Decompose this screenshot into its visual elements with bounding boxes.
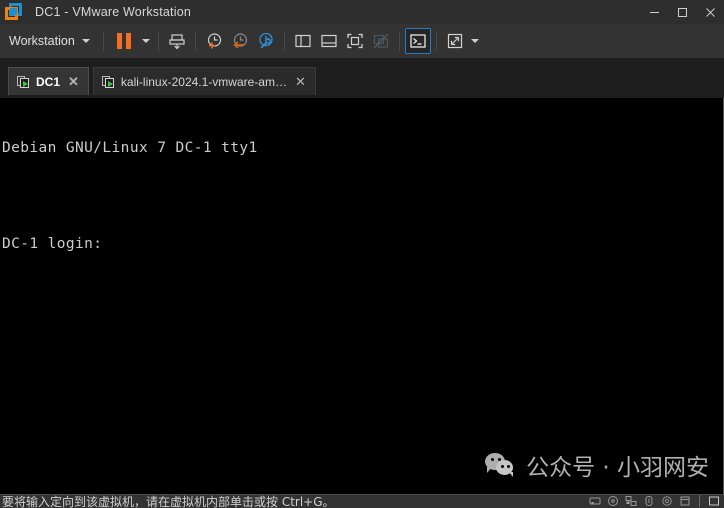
vm-running-icon bbox=[17, 75, 30, 88]
toolbar-separator bbox=[102, 31, 104, 51]
display-icon[interactable] bbox=[708, 495, 720, 507]
vm-tab-bar: DC1 ✕ kali-linux-2024.1-vmware-am… ✕ bbox=[0, 58, 724, 98]
wechat-icon bbox=[485, 453, 516, 477]
terminal-output: Debian GNU/Linux 7 DC-1 tty1 DC-1 login: bbox=[2, 108, 723, 284]
toolbar-separator bbox=[157, 31, 159, 51]
chevron-down-icon bbox=[81, 39, 90, 43]
stretch-view-button[interactable] bbox=[442, 28, 468, 54]
window-controls bbox=[640, 0, 724, 24]
thumbnail-bar-icon bbox=[321, 34, 337, 48]
status-bar: 要将输入定向到该虚拟机，请在虚拟机内部单击或按 Ctrl+G。 bbox=[0, 494, 724, 508]
snapshot-add-icon bbox=[207, 33, 221, 49]
power-dropdown-button[interactable] bbox=[139, 28, 153, 54]
revert-snapshot-button[interactable] bbox=[227, 28, 253, 54]
send-ctrl-alt-del-button[interactable] bbox=[164, 28, 190, 54]
send-keys-icon bbox=[169, 34, 185, 50]
status-divider bbox=[699, 495, 700, 507]
status-message: 要将输入定向到该虚拟机，请在虚拟机内部单击或按 Ctrl+G。 bbox=[2, 495, 335, 508]
pause-icon bbox=[116, 33, 131, 49]
unity-mode-icon bbox=[373, 33, 389, 49]
terminal-login-prompt: DC-1 login: bbox=[2, 236, 103, 252]
main-toolbar: Workstation bbox=[0, 24, 724, 59]
tab-dc1[interactable]: DC1 ✕ bbox=[8, 67, 89, 95]
take-snapshot-button[interactable] bbox=[201, 28, 227, 54]
snapshot-revert-icon bbox=[232, 33, 247, 49]
snapshot-manager-icon bbox=[259, 32, 273, 49]
tab-label: DC1 bbox=[36, 74, 61, 89]
library-pane-icon bbox=[295, 34, 311, 48]
vmware-logo-icon bbox=[5, 3, 23, 21]
show-library-button[interactable] bbox=[290, 28, 316, 54]
manage-snapshots-button[interactable] bbox=[253, 28, 279, 54]
vm-running-icon bbox=[101, 75, 115, 88]
fullscreen-button[interactable] bbox=[342, 28, 368, 54]
view-dropdown-button[interactable] bbox=[468, 28, 482, 54]
suspend-button[interactable] bbox=[109, 28, 139, 54]
stretch-arrows-icon bbox=[447, 33, 462, 49]
close-icon[interactable]: ✕ bbox=[66, 73, 81, 91]
vmware-workstation-window: DC1 - VMware Workstation Workstation DC1… bbox=[0, 0, 724, 508]
toolbar-separator bbox=[435, 31, 437, 51]
window-title: DC1 - VMware Workstation bbox=[35, 5, 191, 19]
vm-console-screen[interactable]: Debian GNU/Linux 7 DC-1 tty1 DC-1 login:… bbox=[0, 98, 724, 494]
maximize-button[interactable] bbox=[668, 0, 696, 24]
toolbar-separator bbox=[398, 31, 400, 51]
toolbar-separator bbox=[283, 31, 285, 51]
close-button[interactable] bbox=[696, 0, 724, 24]
show-thumbnails-button[interactable] bbox=[316, 28, 342, 54]
chevron-down-icon bbox=[470, 39, 479, 43]
watermark-text: 公众号 · 小羽网安 bbox=[526, 455, 709, 481]
hard-disk-icon[interactable] bbox=[589, 495, 601, 507]
chevron-down-icon bbox=[141, 39, 150, 43]
tab-kali[interactable]: kali-linux-2024.1-vmware-am… ✕ bbox=[92, 67, 316, 95]
sound-card-icon[interactable] bbox=[661, 495, 673, 507]
console-view-button[interactable] bbox=[404, 28, 431, 54]
usb-icon[interactable] bbox=[643, 495, 655, 507]
fullscreen-icon bbox=[347, 33, 363, 49]
minimize-button[interactable] bbox=[640, 0, 668, 24]
workstation-menu-button[interactable]: Workstation bbox=[0, 29, 98, 53]
status-device-icons bbox=[589, 495, 724, 507]
title-bar: DC1 - VMware Workstation bbox=[0, 0, 724, 25]
workstation-menu-label: Workstation bbox=[9, 34, 75, 48]
terminal-line: Debian GNU/Linux 7 DC-1 tty1 bbox=[2, 140, 258, 156]
console-view-icon bbox=[410, 34, 426, 48]
network-adapter-icon[interactable] bbox=[625, 495, 637, 507]
wechat-watermark: 公众号 · 小羽网安 bbox=[485, 448, 709, 482]
toolbar-separator bbox=[194, 31, 196, 51]
cd-dvd-icon[interactable] bbox=[607, 495, 619, 507]
unity-mode-button[interactable] bbox=[368, 28, 394, 54]
tab-label: kali-linux-2024.1-vmware-am… bbox=[120, 74, 287, 89]
close-icon[interactable]: ✕ bbox=[293, 73, 308, 91]
printer-icon[interactable] bbox=[679, 495, 691, 507]
